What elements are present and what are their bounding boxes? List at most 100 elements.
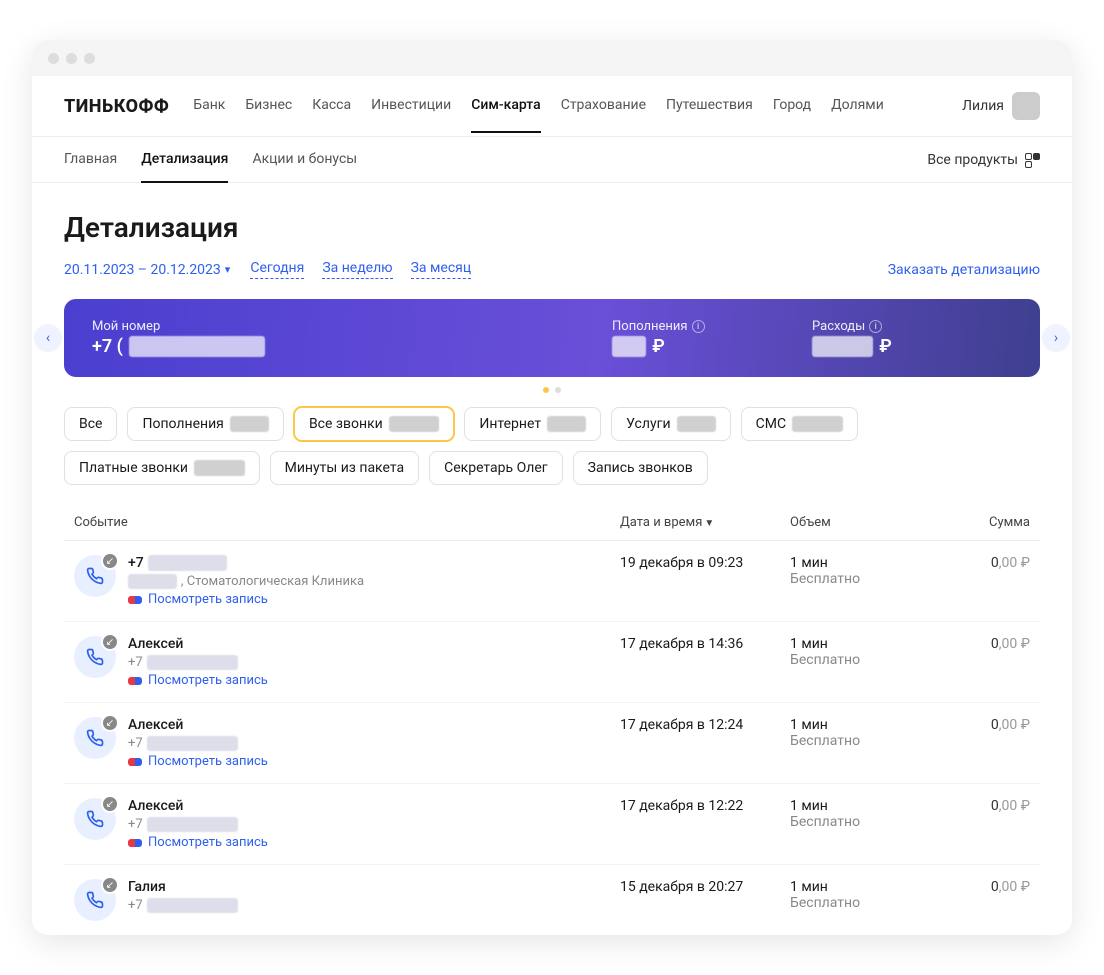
view-recording-link[interactable]: Посмотреть запись bbox=[128, 592, 364, 607]
event-title: +7XXXXXXXXX bbox=[128, 555, 364, 571]
header-volume: Объем bbox=[790, 515, 940, 530]
main-header: ТИНЬКОФФ БанкБизнесКассаИнвестицииСим-ка… bbox=[32, 76, 1072, 137]
chip-Услуги[interactable]: УслугиXXX ₽ bbox=[611, 407, 730, 441]
chip-Интернет[interactable]: ИнтернетXXX ₽ bbox=[464, 407, 601, 441]
event-subtitle: +7XXX XXX XX XX bbox=[128, 655, 268, 670]
chip-Все звонки[interactable]: Все звонкиXX,XX ₽ bbox=[294, 407, 454, 441]
chevron-down-icon: ▾ bbox=[225, 263, 231, 276]
date-range-value: 20.11.2023 – 20.12.2023 bbox=[64, 262, 221, 278]
info-icon[interactable]: i bbox=[869, 320, 882, 333]
view-recording-link[interactable]: Посмотреть запись bbox=[128, 754, 268, 769]
info-icon[interactable]: i bbox=[692, 320, 705, 333]
cell-date: 17 декабря в 12:24 bbox=[620, 717, 790, 769]
table-row[interactable]: ↙ Алексей +7XXX XXX XX XX Посмотреть запись… bbox=[64, 622, 1040, 703]
record-icon bbox=[128, 677, 142, 685]
cell-sum: 0,00 ₽ bbox=[940, 717, 1040, 769]
header-date[interactable]: Дата и время▼ bbox=[620, 515, 790, 530]
grid-icon bbox=[1024, 152, 1040, 168]
nav-город[interactable]: Город bbox=[773, 97, 811, 133]
incoming-badge-icon: ↙ bbox=[101, 876, 119, 894]
cell-sum: 0,00 ₽ bbox=[940, 879, 1040, 921]
cell-volume: 1 минБесплатно bbox=[790, 717, 940, 769]
chip-Запись звонков[interactable]: Запись звонков bbox=[573, 451, 708, 485]
nav-сим-карта[interactable]: Сим-карта bbox=[471, 97, 541, 133]
chip-СМС[interactable]: СМСXX,XX ₽ bbox=[741, 407, 858, 441]
range-link[interactable]: За месяц bbox=[411, 260, 472, 279]
expenses-label: Расходы bbox=[812, 319, 865, 334]
table-row[interactable]: ↙ +7XXXXXXXXX XXXXXX, Стоматологическая Кл… bbox=[64, 541, 1040, 622]
my-number-value: +7 (XXX) XXX-XX-XX bbox=[92, 336, 612, 357]
cell-date: 17 декабря в 14:36 bbox=[620, 636, 790, 688]
top-up-value: XXX ₽ bbox=[612, 336, 812, 357]
user-block[interactable]: Лилия bbox=[962, 92, 1040, 120]
chip-Все[interactable]: Все bbox=[64, 407, 117, 441]
range-link[interactable]: Сегодня bbox=[250, 260, 304, 279]
event-title: Галия bbox=[128, 879, 238, 895]
subnav-1[interactable]: Детализация bbox=[141, 151, 228, 183]
summary-card-wrap: ‹ Мой номер +7 (XXX) XXX-XX-XX Пополнени… bbox=[64, 299, 1040, 377]
cell-sum: 0,00 ₽ bbox=[940, 636, 1040, 688]
table-row[interactable]: ↙ Алексей +7XXX XXX XX XX Посмотреть запись… bbox=[64, 703, 1040, 784]
cell-date: 15 декабря в 20:27 bbox=[620, 879, 790, 921]
cell-date: 17 декабря в 12:22 bbox=[620, 798, 790, 850]
carousel-dots bbox=[64, 387, 1040, 393]
chip-Пополнения[interactable]: ПополненияXXX ₽ bbox=[127, 407, 283, 441]
nav-инвестиции[interactable]: Инвестиции bbox=[371, 97, 451, 133]
window-controls[interactable] bbox=[48, 53, 95, 64]
range-link[interactable]: За неделю bbox=[322, 260, 392, 279]
subnav-0[interactable]: Главная bbox=[64, 151, 117, 183]
sub-nav: Главная Детализация Акции и бонусы Все про… bbox=[32, 137, 1072, 183]
view-recording-link[interactable]: Посмотреть запись bbox=[128, 835, 268, 850]
cell-sum: 0,00 ₽ bbox=[940, 555, 1040, 607]
summary-card: Мой номер +7 (XXX) XXX-XX-XX Пополнения … bbox=[64, 299, 1040, 377]
card-prev-button[interactable]: ‹ bbox=[34, 324, 62, 352]
order-details-link[interactable]: Заказать детализацию bbox=[888, 262, 1040, 278]
cell-volume: 1 минБесплатно bbox=[790, 879, 940, 921]
nav-страхование[interactable]: Страхование bbox=[561, 97, 646, 133]
nav-путешествия[interactable]: Путешествия bbox=[666, 97, 753, 133]
event-subtitle: +7XXX XXX XX XX bbox=[128, 898, 238, 913]
nav-банк[interactable]: Банк bbox=[193, 97, 225, 133]
cell-date: 19 декабря в 09:23 bbox=[620, 555, 790, 607]
all-products-label: Все продукты bbox=[927, 152, 1018, 168]
all-products-button[interactable]: Все продукты bbox=[927, 152, 1040, 168]
view-recording-link[interactable]: Посмотреть запись bbox=[128, 673, 268, 688]
main-nav: БанкБизнесКассаИнвестицииСим-картаСтрахо… bbox=[193, 97, 938, 116]
subnav-2[interactable]: Акции и бонусы bbox=[252, 151, 357, 183]
cell-sum: 0,00 ₽ bbox=[940, 798, 1040, 850]
nav-долями[interactable]: Долями bbox=[831, 97, 884, 133]
logo[interactable]: ТИНЬКОФФ bbox=[64, 96, 169, 117]
window-titlebar bbox=[32, 40, 1072, 76]
app-window: ТИНЬКОФФ БанкБизнесКассаИнвестицииСим-ка… bbox=[32, 40, 1072, 935]
my-number-label: Мой номер bbox=[92, 319, 612, 334]
header-sum: Сумма bbox=[940, 515, 1040, 530]
filter-chips: Все ПополненияXXX ₽ Все звонкиXX,XX ₽ Интер… bbox=[64, 407, 1040, 485]
incoming-badge-icon: ↙ bbox=[101, 552, 119, 570]
table-body: ↙ +7XXXXXXXXX XXXXXX, Стоматологическая Кл… bbox=[64, 541, 1040, 935]
event-subtitle: XXXXXX, Стоматологическая Клиника bbox=[128, 574, 364, 589]
event-title: Алексей bbox=[128, 798, 268, 814]
record-icon bbox=[128, 596, 142, 604]
user-name: Лилия bbox=[962, 98, 1004, 114]
chip-Секретарь Олег[interactable]: Секретарь Олег bbox=[429, 451, 563, 485]
incoming-badge-icon: ↙ bbox=[101, 633, 119, 651]
chip-Платные звонки[interactable]: Платные звонкиXX,XX ₽ bbox=[64, 451, 260, 485]
cell-volume: 1 минБесплатно bbox=[790, 636, 940, 688]
nav-бизнес[interactable]: Бизнес bbox=[245, 97, 292, 133]
card-next-button[interactable]: › bbox=[1042, 324, 1070, 352]
expenses-value: XXX,XX ₽ bbox=[812, 336, 1012, 357]
nav-касса[interactable]: Касса bbox=[312, 97, 351, 133]
table-row[interactable]: ↙Алексей+7XXX XXX XX XXПосмотреть запись… bbox=[64, 784, 1040, 865]
event-subtitle: +7XXX XXX XX XX bbox=[128, 817, 268, 832]
event-title: Алексей bbox=[128, 636, 268, 652]
page-title: Детализация bbox=[64, 211, 1040, 244]
cell-volume: 1 минБесплатно bbox=[790, 798, 940, 850]
record-icon bbox=[128, 758, 142, 766]
table-row[interactable]: ↙ Галия +7XXX XXX XX XX 15 декабря в 20:271… bbox=[64, 865, 1040, 935]
chip-Минуты из пакета[interactable]: Минуты из пакета bbox=[270, 451, 419, 485]
event-subtitle: +7XXX XXX XX XX bbox=[128, 736, 268, 751]
date-range-picker[interactable]: 20.11.2023 – 20.12.2023 ▾ bbox=[64, 262, 230, 278]
event-title: Алексей bbox=[128, 717, 268, 733]
incoming-badge-icon: ↙ bbox=[101, 714, 119, 732]
record-icon bbox=[128, 839, 142, 847]
